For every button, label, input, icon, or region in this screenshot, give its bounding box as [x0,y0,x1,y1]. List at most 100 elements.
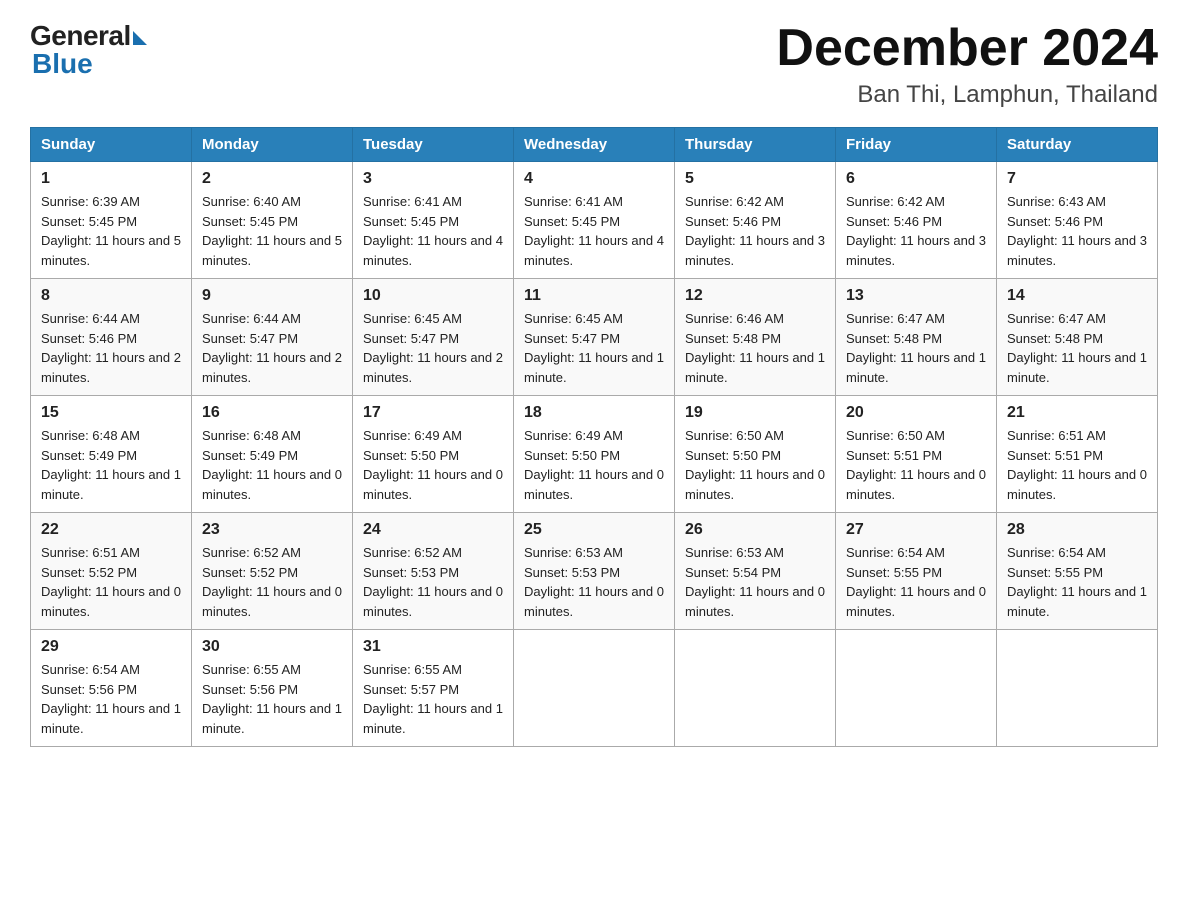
day-number: 4 [524,170,664,188]
location-text: Ban Thi, Lamphun, Thailand [776,81,1158,109]
calendar-cell: 28 Sunrise: 6:54 AM Sunset: 5:55 PM Dayl… [997,513,1158,630]
weekday-header-friday: Friday [836,128,997,162]
day-info: Sunrise: 6:42 AM Sunset: 5:46 PM Dayligh… [846,192,986,270]
day-info: Sunrise: 6:55 AM Sunset: 5:56 PM Dayligh… [202,660,342,738]
day-number: 5 [685,170,825,188]
day-info: Sunrise: 6:41 AM Sunset: 5:45 PM Dayligh… [363,192,503,270]
calendar-cell: 13 Sunrise: 6:47 AM Sunset: 5:48 PM Dayl… [836,279,997,396]
day-number: 28 [1007,521,1147,539]
day-number: 11 [524,287,664,305]
calendar-cell: 15 Sunrise: 6:48 AM Sunset: 5:49 PM Dayl… [31,396,192,513]
logo-blue-text: Blue [32,48,93,80]
calendar-cell [836,630,997,747]
day-number: 2 [202,170,342,188]
day-info: Sunrise: 6:55 AM Sunset: 5:57 PM Dayligh… [363,660,503,738]
calendar-cell [997,630,1158,747]
day-number: 10 [363,287,503,305]
calendar-cell: 20 Sunrise: 6:50 AM Sunset: 5:51 PM Dayl… [836,396,997,513]
week-row-3: 15 Sunrise: 6:48 AM Sunset: 5:49 PM Dayl… [31,396,1158,513]
calendar-cell: 23 Sunrise: 6:52 AM Sunset: 5:52 PM Dayl… [192,513,353,630]
day-info: Sunrise: 6:49 AM Sunset: 5:50 PM Dayligh… [524,426,664,504]
day-info: Sunrise: 6:42 AM Sunset: 5:46 PM Dayligh… [685,192,825,270]
calendar-cell: 22 Sunrise: 6:51 AM Sunset: 5:52 PM Dayl… [31,513,192,630]
day-number: 30 [202,638,342,656]
day-number: 26 [685,521,825,539]
day-number: 20 [846,404,986,422]
calendar-cell: 17 Sunrise: 6:49 AM Sunset: 5:50 PM Dayl… [353,396,514,513]
day-info: Sunrise: 6:44 AM Sunset: 5:46 PM Dayligh… [41,309,181,387]
calendar-cell: 16 Sunrise: 6:48 AM Sunset: 5:49 PM Dayl… [192,396,353,513]
day-info: Sunrise: 6:52 AM Sunset: 5:52 PM Dayligh… [202,543,342,621]
day-info: Sunrise: 6:48 AM Sunset: 5:49 PM Dayligh… [41,426,181,504]
calendar-cell: 8 Sunrise: 6:44 AM Sunset: 5:46 PM Dayli… [31,279,192,396]
day-number: 16 [202,404,342,422]
day-number: 3 [363,170,503,188]
day-info: Sunrise: 6:53 AM Sunset: 5:53 PM Dayligh… [524,543,664,621]
day-number: 31 [363,638,503,656]
day-info: Sunrise: 6:52 AM Sunset: 5:53 PM Dayligh… [363,543,503,621]
day-info: Sunrise: 6:51 AM Sunset: 5:51 PM Dayligh… [1007,426,1147,504]
day-info: Sunrise: 6:53 AM Sunset: 5:54 PM Dayligh… [685,543,825,621]
day-number: 24 [363,521,503,539]
calendar-cell: 21 Sunrise: 6:51 AM Sunset: 5:51 PM Dayl… [997,396,1158,513]
calendar-cell: 14 Sunrise: 6:47 AM Sunset: 5:48 PM Dayl… [997,279,1158,396]
day-info: Sunrise: 6:54 AM Sunset: 5:55 PM Dayligh… [846,543,986,621]
logo-arrow-icon [133,31,147,45]
day-info: Sunrise: 6:50 AM Sunset: 5:50 PM Dayligh… [685,426,825,504]
calendar-cell: 30 Sunrise: 6:55 AM Sunset: 5:56 PM Dayl… [192,630,353,747]
day-info: Sunrise: 6:54 AM Sunset: 5:56 PM Dayligh… [41,660,181,738]
calendar-table: SundayMondayTuesdayWednesdayThursdayFrid… [30,127,1158,747]
day-number: 18 [524,404,664,422]
calendar-cell: 19 Sunrise: 6:50 AM Sunset: 5:50 PM Dayl… [675,396,836,513]
calendar-cell [675,630,836,747]
calendar-cell: 26 Sunrise: 6:53 AM Sunset: 5:54 PM Dayl… [675,513,836,630]
day-info: Sunrise: 6:39 AM Sunset: 5:45 PM Dayligh… [41,192,181,270]
calendar-cell: 18 Sunrise: 6:49 AM Sunset: 5:50 PM Dayl… [514,396,675,513]
week-row-2: 8 Sunrise: 6:44 AM Sunset: 5:46 PM Dayli… [31,279,1158,396]
weekday-header-row: SundayMondayTuesdayWednesdayThursdayFrid… [31,128,1158,162]
day-info: Sunrise: 6:48 AM Sunset: 5:49 PM Dayligh… [202,426,342,504]
weekday-header-wednesday: Wednesday [514,128,675,162]
calendar-cell: 29 Sunrise: 6:54 AM Sunset: 5:56 PM Dayl… [31,630,192,747]
calendar-cell: 5 Sunrise: 6:42 AM Sunset: 5:46 PM Dayli… [675,162,836,279]
calendar-cell: 12 Sunrise: 6:46 AM Sunset: 5:48 PM Dayl… [675,279,836,396]
calendar-cell [514,630,675,747]
day-number: 9 [202,287,342,305]
day-number: 25 [524,521,664,539]
day-number: 21 [1007,404,1147,422]
calendar-cell: 24 Sunrise: 6:52 AM Sunset: 5:53 PM Dayl… [353,513,514,630]
day-info: Sunrise: 6:41 AM Sunset: 5:45 PM Dayligh… [524,192,664,270]
calendar-cell: 9 Sunrise: 6:44 AM Sunset: 5:47 PM Dayli… [192,279,353,396]
day-info: Sunrise: 6:40 AM Sunset: 5:45 PM Dayligh… [202,192,342,270]
weekday-header-monday: Monday [192,128,353,162]
day-number: 19 [685,404,825,422]
weekday-header-thursday: Thursday [675,128,836,162]
day-number: 17 [363,404,503,422]
day-info: Sunrise: 6:47 AM Sunset: 5:48 PM Dayligh… [846,309,986,387]
day-number: 7 [1007,170,1147,188]
day-info: Sunrise: 6:46 AM Sunset: 5:48 PM Dayligh… [685,309,825,387]
calendar-cell: 3 Sunrise: 6:41 AM Sunset: 5:45 PM Dayli… [353,162,514,279]
day-number: 6 [846,170,986,188]
weekday-header-sunday: Sunday [31,128,192,162]
day-info: Sunrise: 6:51 AM Sunset: 5:52 PM Dayligh… [41,543,181,621]
day-info: Sunrise: 6:45 AM Sunset: 5:47 PM Dayligh… [363,309,503,387]
weekday-header-tuesday: Tuesday [353,128,514,162]
day-number: 22 [41,521,181,539]
day-info: Sunrise: 6:44 AM Sunset: 5:47 PM Dayligh… [202,309,342,387]
week-row-4: 22 Sunrise: 6:51 AM Sunset: 5:52 PM Dayl… [31,513,1158,630]
day-info: Sunrise: 6:49 AM Sunset: 5:50 PM Dayligh… [363,426,503,504]
title-block: December 2024 Ban Thi, Lamphun, Thailand [776,20,1158,109]
month-title: December 2024 [776,20,1158,77]
calendar-cell: 10 Sunrise: 6:45 AM Sunset: 5:47 PM Dayl… [353,279,514,396]
calendar-cell: 11 Sunrise: 6:45 AM Sunset: 5:47 PM Dayl… [514,279,675,396]
day-info: Sunrise: 6:43 AM Sunset: 5:46 PM Dayligh… [1007,192,1147,270]
calendar-cell: 25 Sunrise: 6:53 AM Sunset: 5:53 PM Dayl… [514,513,675,630]
day-info: Sunrise: 6:54 AM Sunset: 5:55 PM Dayligh… [1007,543,1147,621]
calendar-cell: 31 Sunrise: 6:55 AM Sunset: 5:57 PM Dayl… [353,630,514,747]
day-number: 8 [41,287,181,305]
logo: General Blue [30,20,147,80]
day-number: 15 [41,404,181,422]
day-info: Sunrise: 6:50 AM Sunset: 5:51 PM Dayligh… [846,426,986,504]
week-row-5: 29 Sunrise: 6:54 AM Sunset: 5:56 PM Dayl… [31,630,1158,747]
